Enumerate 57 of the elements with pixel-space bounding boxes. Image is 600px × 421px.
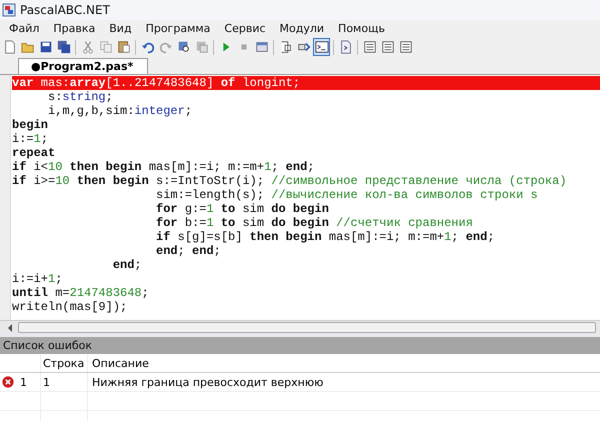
grid-icon xyxy=(398,40,412,54)
code-line: if i<10 then begin mas[m]:=i; m:=m+1; end; xyxy=(12,160,316,174)
code-line: begin xyxy=(12,118,50,132)
menu-item[interactable]: Правка xyxy=(46,22,102,35)
table-cell: 1 xyxy=(41,373,88,391)
step-icon xyxy=(296,40,310,54)
code-line: if i>=10 then begin s:=IntToStr(i); //символьное представление числа (строка) xyxy=(12,174,568,188)
open-folder-icon xyxy=(20,40,34,54)
save-icon xyxy=(38,40,52,54)
paste-icon xyxy=(116,40,130,54)
code-line: if s[g]=s[b] then begin mas[m]:=i; m:=m+1; end; xyxy=(155,230,496,244)
grid-button[interactable] xyxy=(361,38,378,56)
code-line: for g:=1 to sim do begin xyxy=(155,202,330,216)
code-line: i:=i+1; xyxy=(12,272,64,286)
menu-item[interactable]: Модули xyxy=(272,22,332,35)
redo-icon xyxy=(158,40,172,54)
code-line: for b:=1 to sim do begin //счетчик сравнения xyxy=(155,216,474,230)
console-icon xyxy=(314,40,328,54)
table-cell-text: Нижняя граница превосходит верхнюю xyxy=(91,376,324,388)
menu-item[interactable]: Файл xyxy=(2,22,46,35)
horizontal-scrollbar[interactable] xyxy=(0,320,600,334)
code-line: end; end; xyxy=(155,244,222,258)
code-line: sim:=length(s); //вычисление кол-ва символов строки s xyxy=(155,188,539,202)
window-icon xyxy=(254,40,268,54)
grid-button[interactable] xyxy=(379,38,396,56)
save-all-button[interactable] xyxy=(55,38,72,56)
column-header: Описание xyxy=(91,356,149,370)
grid-icon xyxy=(362,40,376,54)
code-line: writeln(mas[9]); xyxy=(12,300,128,314)
app-icon xyxy=(2,3,16,17)
code-line: s:string; xyxy=(47,90,114,104)
column-header: Строка xyxy=(41,354,88,372)
menu-item[interactable]: Сервис xyxy=(217,22,273,35)
panel-title: Список ошибок xyxy=(0,337,600,354)
code-line: repeat xyxy=(12,146,56,160)
paste-button[interactable] xyxy=(115,38,132,56)
grid-icon xyxy=(380,40,394,54)
save-all-icon xyxy=(56,40,70,54)
table-cell: 1 xyxy=(16,373,41,391)
menu-item[interactable]: Программа xyxy=(138,22,218,35)
code-editor[interactable] xyxy=(0,75,600,320)
cut-icon xyxy=(80,40,94,54)
new-file-icon xyxy=(2,40,16,54)
code-line: i:=1; xyxy=(12,132,50,146)
undo-icon xyxy=(140,40,154,54)
code-line: i,m,g,b,sim:integer; xyxy=(48,104,194,118)
code-line: end; xyxy=(112,258,143,272)
file-tab[interactable]: ●Program2.pas* xyxy=(18,58,148,74)
menu-item[interactable]: Помощь xyxy=(331,22,392,35)
page-icon xyxy=(338,40,352,54)
grid-button[interactable] xyxy=(397,38,414,56)
code-line: until m=2147483648; xyxy=(12,286,150,300)
window-title: PascalABC.NET xyxy=(20,3,110,17)
copy-icon xyxy=(98,40,112,54)
find-icon xyxy=(176,40,190,54)
console-button[interactable] xyxy=(313,38,330,56)
menu-item[interactable]: Вид xyxy=(102,22,139,35)
